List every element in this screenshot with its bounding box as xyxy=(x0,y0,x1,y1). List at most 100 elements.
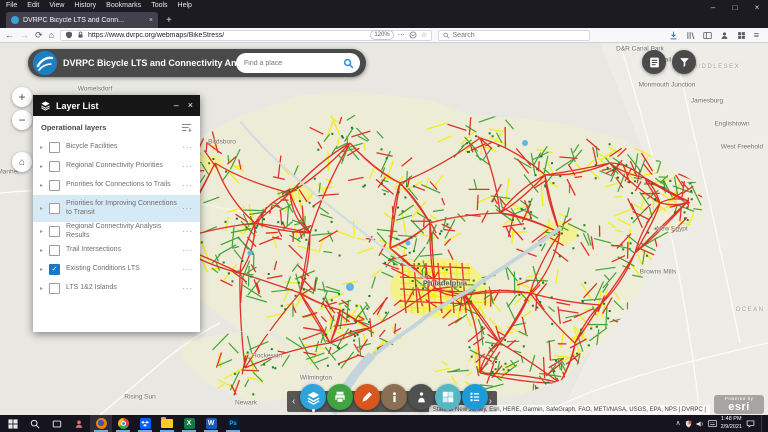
layer-row-1[interactable]: ▸Regional Connectivity Priorities··· xyxy=(33,157,200,176)
layer-row-3[interactable]: ▸Priorities for Improving Connections to… xyxy=(33,195,200,222)
place-search-bar[interactable] xyxy=(236,53,360,73)
shield-icon[interactable] xyxy=(65,31,73,39)
menu-bookmarks[interactable]: Bookmarks xyxy=(106,2,141,9)
taskbar-chrome-button[interactable] xyxy=(112,415,134,432)
download-icon[interactable] xyxy=(669,31,678,40)
zoom-in-button[interactable]: + xyxy=(12,87,32,107)
tray-chevron-icon[interactable]: ∧ xyxy=(675,420,680,427)
tool-legend-button[interactable] xyxy=(462,384,488,410)
layer-row-0[interactable]: ▸Bicycle Facilities··· xyxy=(33,138,200,157)
maximize-button[interactable]: □ xyxy=(724,0,746,14)
layer-row-5[interactable]: ▸Trail Intersections··· xyxy=(33,241,200,260)
defender-shield-icon[interactable] xyxy=(685,420,692,428)
layer-checkbox[interactable] xyxy=(49,226,60,237)
volume-icon[interactable] xyxy=(696,420,704,428)
expand-caret-icon[interactable]: ▸ xyxy=(40,144,49,151)
place-search-input[interactable] xyxy=(242,59,343,68)
taskbar-explorer-button[interactable] xyxy=(156,415,178,432)
layer-checkbox[interactable] xyxy=(49,142,60,153)
browser-search-bar[interactable] xyxy=(438,30,590,41)
layer-options-icon[interactable] xyxy=(181,123,192,132)
expand-caret-icon[interactable]: ▸ xyxy=(40,266,49,273)
layer-checkbox[interactable] xyxy=(49,180,60,191)
layer-menu-icon[interactable]: ··· xyxy=(182,204,193,213)
lock-icon[interactable] xyxy=(77,31,84,39)
menu-view[interactable]: View xyxy=(49,2,64,9)
extensions-icon[interactable] xyxy=(737,31,746,40)
expand-caret-icon[interactable]: ▸ xyxy=(40,247,49,254)
touch-keyboard-icon[interactable] xyxy=(708,420,717,427)
expand-caret-icon[interactable]: ▸ xyxy=(40,285,49,292)
taskbar-excel-button[interactable]: X xyxy=(178,415,200,432)
zoom-out-button[interactable]: − xyxy=(12,110,32,130)
layer-checkbox[interactable] xyxy=(49,283,60,294)
clock[interactable]: 1:48 PM 2/9/2021 xyxy=(721,416,742,430)
browser-search-input[interactable] xyxy=(453,32,585,39)
tool-basemap-button[interactable] xyxy=(435,384,461,410)
home-icon[interactable]: ⌂ xyxy=(49,31,54,40)
layer-checkbox[interactable] xyxy=(49,245,60,256)
tool-info-button[interactable] xyxy=(381,384,407,410)
expand-caret-icon[interactable]: ▸ xyxy=(40,228,49,235)
expand-caret-icon[interactable]: ▸ xyxy=(40,163,49,170)
place-search-icon[interactable] xyxy=(343,58,354,69)
pocket-icon[interactable] xyxy=(409,31,417,39)
page-zoom-badge[interactable]: 120% xyxy=(370,30,393,40)
library-icon[interactable] xyxy=(686,31,695,40)
expand-caret-icon[interactable]: ▸ xyxy=(40,205,49,212)
browser-tab[interactable]: DVRPC Bicycle LTS and Conn... × xyxy=(6,12,158,28)
start-button[interactable] xyxy=(2,415,24,432)
taskbar-search-button[interactable] xyxy=(24,415,46,432)
panel-close-icon[interactable]: × xyxy=(188,101,193,110)
task-view-button[interactable] xyxy=(46,415,68,432)
default-extent-button[interactable]: ⌂ xyxy=(12,152,32,172)
tool-print-button[interactable] xyxy=(327,384,353,410)
expand-caret-icon[interactable]: ▸ xyxy=(40,182,49,189)
layer-menu-icon[interactable]: ··· xyxy=(182,181,193,190)
layer-menu-icon[interactable]: ··· xyxy=(182,162,193,171)
layer-list-titlebar[interactable]: Layer List – × xyxy=(33,95,200,116)
tool-layer-list-button[interactable] xyxy=(300,384,326,410)
menu-edit[interactable]: Edit xyxy=(27,2,39,9)
url-text[interactable]: https://www.dvrpc.org/webmaps/BikeStress… xyxy=(88,32,366,39)
filter-button[interactable] xyxy=(672,50,696,74)
layer-row-2[interactable]: ▸Priorities for Connections to Trails··· xyxy=(33,176,200,195)
layer-checkbox[interactable] xyxy=(49,203,60,214)
action-center-icon[interactable] xyxy=(746,419,755,428)
hamburger-menu-icon[interactable]: ≡ xyxy=(754,31,759,40)
people-button[interactable] xyxy=(68,415,90,432)
tool-street-view-button[interactable] xyxy=(408,384,434,410)
url-bar[interactable]: https://www.dvrpc.org/webmaps/BikeStress… xyxy=(60,30,432,41)
taskbar-word-button[interactable]: W xyxy=(200,415,222,432)
forward-icon[interactable]: → xyxy=(20,31,29,40)
layer-menu-icon[interactable]: ··· xyxy=(182,284,193,293)
menu-file[interactable]: File xyxy=(6,2,17,9)
panel-minimize-icon[interactable]: – xyxy=(174,101,179,110)
sidebar-icon[interactable] xyxy=(703,31,712,40)
legend-button[interactable] xyxy=(642,50,666,74)
taskbar-firefox-button[interactable] xyxy=(90,415,112,432)
back-icon[interactable]: ← xyxy=(5,31,14,40)
tab-close-icon[interactable]: × xyxy=(149,17,153,24)
account-icon[interactable] xyxy=(720,31,729,40)
layer-menu-icon[interactable]: ··· xyxy=(182,246,193,255)
layer-menu-icon[interactable]: ··· xyxy=(182,143,193,152)
tool-draw-button[interactable] xyxy=(354,384,380,410)
layer-row-7[interactable]: ▸LTS 1&2 Islands··· xyxy=(33,279,200,298)
reload-icon[interactable]: ⟳ xyxy=(35,31,43,40)
taskbar-photoshop-button[interactable]: Ps xyxy=(222,415,244,432)
layer-row-4[interactable]: ▸Regional Connectivity Analysis Results·… xyxy=(33,222,200,241)
menu-tools[interactable]: Tools xyxy=(151,2,167,9)
menu-help[interactable]: Help xyxy=(178,2,192,9)
show-desktop-button[interactable] xyxy=(761,415,765,432)
new-tab-button[interactable]: + xyxy=(166,14,172,28)
layer-checkbox[interactable]: ✓ xyxy=(49,264,60,275)
layer-menu-icon[interactable]: ··· xyxy=(182,265,193,274)
layer-row-6[interactable]: ▸✓Existing Conditions LTS··· xyxy=(33,260,200,279)
bookmark-star-icon[interactable]: ☆ xyxy=(421,32,427,39)
page-actions-icon[interactable]: ⋯ xyxy=(398,32,405,39)
minimize-button[interactable]: – xyxy=(702,0,724,14)
taskbar-dropbox-button[interactable] xyxy=(134,415,156,432)
layer-menu-icon[interactable]: ··· xyxy=(182,227,193,236)
close-button[interactable]: × xyxy=(746,0,768,14)
